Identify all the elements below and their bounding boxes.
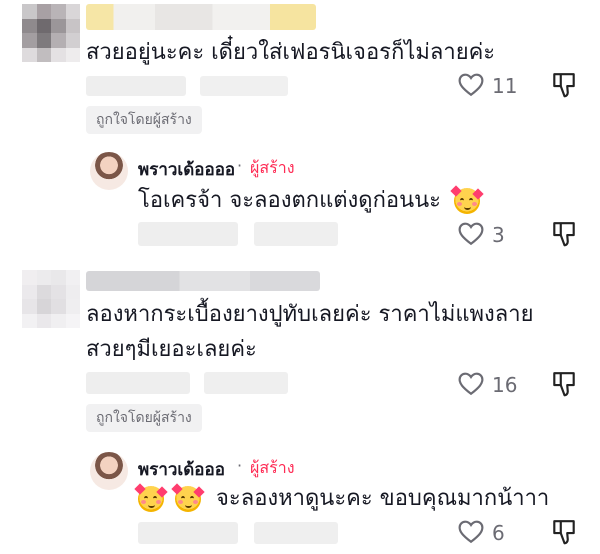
dislike-icon[interactable] xyxy=(551,518,577,546)
reply-link-blurred[interactable] xyxy=(200,76,288,96)
dislike-icon[interactable] xyxy=(551,71,577,99)
reply-text-content: โอเครจ้า จะลองตกแต่งดูก่อนนะ xyxy=(138,188,441,213)
reply-text-content: จะลองหาดูนะคะ ขอบคุณมากน้าาา xyxy=(216,486,550,511)
smiling-face-with-hearts-icon xyxy=(450,185,484,214)
username-blurred[interactable] xyxy=(86,4,316,30)
creator-tag: ผู้สร้าง xyxy=(250,458,295,477)
dislike-icon[interactable] xyxy=(551,220,577,248)
avatar[interactable] xyxy=(22,270,80,328)
like-count: 16 xyxy=(492,373,518,397)
heart-icon[interactable] xyxy=(458,73,484,97)
like-count: 3 xyxy=(492,223,505,247)
liked-by-creator-badge: ถูกใจโดยผู้สร้าง xyxy=(86,106,202,134)
reply-link-blurred[interactable] xyxy=(254,522,338,544)
smiling-face-with-hearts-icon xyxy=(134,483,168,512)
comment-text-line2: สวยๆมีเยอะเลยค่ะ xyxy=(86,337,257,362)
smiling-face-with-hearts-icon xyxy=(171,483,205,512)
reply-link-blurred[interactable] xyxy=(204,372,288,394)
liked-by-creator-badge: ถูกใจโดยผู้สร้าง xyxy=(86,404,202,432)
comment-text-line1: ลองหากระเบื้องยางปูทับเลยค่ะ ราคาไม่แพงล… xyxy=(86,302,534,327)
like-count: 6 xyxy=(492,521,505,545)
reply-username[interactable]: พราวเด้ออออ xyxy=(138,156,235,183)
dislike-icon[interactable] xyxy=(551,370,577,398)
avatar[interactable] xyxy=(90,452,128,490)
timestamp-blurred xyxy=(86,372,190,394)
username-blurred[interactable] xyxy=(86,271,320,291)
reply-text: จะลองหาดูนะคะ ขอบคุณมากน้าาา xyxy=(134,483,550,514)
timestamp-blurred xyxy=(138,522,238,544)
heart-icon[interactable] xyxy=(458,520,484,544)
comment-text: สวยอยู่นะคะ เดี๋ยวใส่เฟอรนิเจอรก็ไม่ลายค… xyxy=(86,40,496,65)
reply-username[interactable]: พราวเด้อออ xyxy=(138,456,225,483)
reply-link-blurred[interactable] xyxy=(254,222,338,246)
avatar[interactable] xyxy=(90,152,128,190)
creator-separator: · xyxy=(237,456,243,475)
timestamp-blurred xyxy=(86,76,186,96)
heart-icon[interactable] xyxy=(458,372,484,396)
timestamp-blurred xyxy=(138,222,238,246)
heart-icon[interactable] xyxy=(458,222,484,246)
reply-text: โอเครจ้า จะลองตกแต่งดูก่อนนะ xyxy=(138,185,484,216)
creator-separator: · xyxy=(237,156,243,175)
like-count: 11 xyxy=(492,74,518,98)
creator-tag: ผู้สร้าง xyxy=(250,158,295,177)
avatar[interactable] xyxy=(22,4,80,62)
